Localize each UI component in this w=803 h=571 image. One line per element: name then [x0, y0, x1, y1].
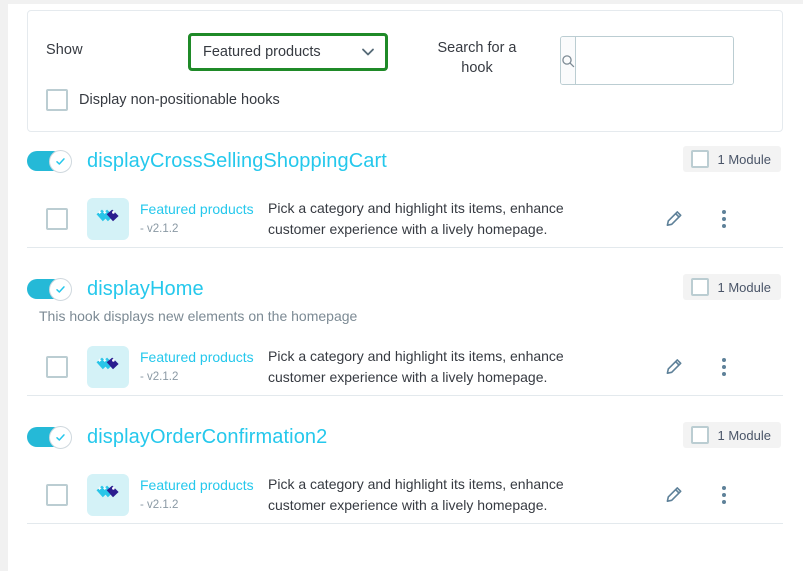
hook-block: displayHome 1 Module This hook displays … [27, 274, 783, 396]
module-count-badge[interactable]: 1 Module [682, 146, 781, 172]
non-positionable-checkbox[interactable] [46, 89, 68, 111]
module-row-actions [638, 356, 748, 378]
module-count-label: 1 Module [717, 279, 771, 295]
non-positionable-label: Display non-positionable hooks [79, 92, 280, 108]
module-select-checkbox[interactable] [46, 355, 68, 378]
module-identity: Featured products - v2.1.2 [140, 477, 268, 512]
table-row: Featured products - v2.1.2 Pick a catego… [27, 190, 783, 248]
hooks-page: Show Featured products Search for a hook [0, 0, 803, 571]
module-count-label: 1 Module [717, 427, 771, 443]
hook-header: displayOrderConfirmation2 1 Module [27, 422, 783, 452]
pencil-icon[interactable] [664, 356, 684, 378]
hook-description: This hook displays new elements on the h… [39, 308, 358, 324]
price-tags-icon [87, 345, 129, 388]
non-positionable-row: Display non-positionable hooks [46, 89, 280, 111]
price-tags-icon [87, 473, 129, 516]
hook-select-checkbox[interactable] [690, 426, 709, 444]
filter-panel: Show Featured products Search for a hook [27, 10, 783, 132]
hook-block: displayOrderConfirmation2 1 Module Featu… [27, 422, 783, 524]
kebab-menu-icon[interactable] [714, 208, 734, 230]
module-name[interactable]: Featured products [140, 477, 268, 495]
module-row-actions [638, 208, 748, 230]
module-count-badge[interactable]: 1 Module [682, 274, 781, 300]
hook-title[interactable]: displayCrossSellingShoppingCart [87, 150, 387, 173]
toggle-knob [49, 150, 72, 173]
hook-select-checkbox[interactable] [690, 150, 709, 168]
toggle-knob [49, 426, 72, 449]
search-label: Search for a hook [437, 40, 517, 76]
hook-enable-toggle[interactable] [27, 426, 73, 449]
chevron-down-icon [359, 36, 385, 68]
module-description: Pick a category and highlight its items,… [268, 475, 564, 513]
show-select[interactable]: Featured products [188, 33, 388, 71]
show-select-value: Featured products [203, 44, 321, 60]
module-row-checkbox-cell [27, 355, 87, 378]
hook-title[interactable]: displayHome [87, 278, 204, 301]
hook-enable-toggle[interactable] [27, 150, 73, 173]
table-row: Featured products - v2.1.2 Pick a catego… [27, 338, 783, 396]
show-label: Show [46, 42, 83, 58]
hook-header: displayHome 1 Module [27, 274, 783, 304]
module-row-checkbox-cell [27, 483, 87, 506]
module-identity: Featured products - v2.1.2 [140, 349, 268, 384]
hook-header: displayCrossSellingShoppingCart 1 Module [27, 146, 783, 176]
module-row-checkbox-cell [27, 207, 87, 230]
hook-enable-toggle[interactable] [27, 278, 73, 301]
filter-row: Show Featured products Search for a hook [28, 11, 782, 85]
kebab-menu-icon[interactable] [714, 356, 734, 378]
module-name[interactable]: Featured products [140, 349, 268, 367]
toggle-knob [49, 278, 72, 301]
check-icon [56, 158, 65, 165]
module-version: - v2.1.2 [140, 498, 179, 511]
module-identity: Featured products - v2.1.2 [140, 201, 268, 236]
hook-title[interactable]: displayOrderConfirmation2 [87, 426, 327, 449]
pencil-icon[interactable] [664, 208, 684, 230]
page-left-gutter [0, 0, 8, 571]
search-input[interactable] [576, 37, 733, 84]
table-row: Featured products - v2.1.2 Pick a catego… [27, 466, 783, 524]
check-icon [56, 286, 65, 293]
hook-select-checkbox[interactable] [690, 278, 709, 296]
pencil-icon[interactable] [664, 484, 684, 506]
module-count-badge[interactable]: 1 Module [682, 422, 781, 448]
module-select-checkbox[interactable] [46, 483, 68, 506]
kebab-menu-icon[interactable] [714, 484, 734, 506]
module-version: - v2.1.2 [140, 222, 179, 235]
check-icon [56, 434, 65, 441]
hooks-list: displayCrossSellingShoppingCart 1 Module [27, 146, 783, 524]
module-description: Pick a category and highlight its items,… [268, 347, 564, 385]
module-name[interactable]: Featured products [140, 201, 268, 219]
search-icon [561, 37, 576, 84]
module-version: - v2.1.2 [140, 370, 179, 383]
price-tags-icon [87, 197, 129, 240]
search-hook-group [560, 36, 734, 85]
module-description: Pick a category and highlight its items,… [268, 199, 564, 237]
hook-block: displayCrossSellingShoppingCart 1 Module [27, 146, 783, 248]
module-select-checkbox[interactable] [46, 207, 68, 230]
module-count-label: 1 Module [717, 151, 771, 167]
page-top-gutter [0, 0, 803, 4]
module-row-actions [638, 484, 748, 506]
